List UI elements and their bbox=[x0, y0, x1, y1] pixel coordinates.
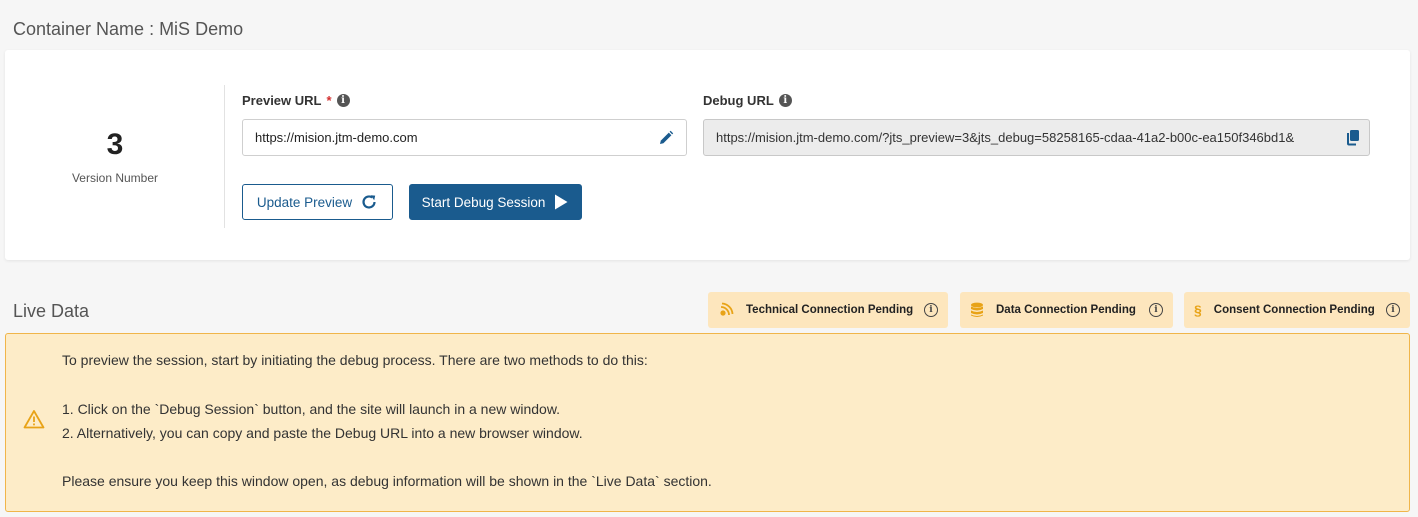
technical-connection-label: Technical Connection Pending bbox=[746, 304, 914, 316]
version-block: 3 Version Number bbox=[5, 85, 225, 228]
start-debug-label: Start Debug Session bbox=[421, 194, 546, 210]
info-icon[interactable]: i bbox=[336, 94, 350, 107]
notice-line-method-2: 2. Alternatively, you can copy and paste… bbox=[62, 425, 583, 441]
preview-url-label: Preview URL * i bbox=[242, 93, 350, 108]
consent-connection-badge: § Consent Connection Pending i bbox=[1184, 292, 1410, 328]
notice-line-intro: To preview the session, start by initiat… bbox=[62, 352, 648, 368]
notice-line-keep-open: Please ensure you keep this window open,… bbox=[62, 473, 712, 489]
data-connection-label: Data Connection Pending bbox=[996, 304, 1136, 316]
refresh-icon bbox=[360, 193, 378, 211]
edit-pencil-icon[interactable] bbox=[658, 130, 674, 146]
preview-url-value[interactable]: https://mision.jtm-demo.com bbox=[255, 130, 658, 145]
play-icon bbox=[553, 193, 569, 211]
debug-url-value[interactable]: https://mision.jtm-demo.com/?jts_preview… bbox=[716, 130, 1341, 145]
debug-url-input[interactable]: https://mision.jtm-demo.com/?jts_preview… bbox=[703, 119, 1370, 156]
update-preview-button[interactable]: Update Preview bbox=[242, 184, 393, 220]
info-icon[interactable]: i bbox=[778, 94, 792, 107]
debug-url-label: Debug URL i bbox=[703, 93, 792, 108]
debug-instructions-notice: To preview the session, start by initiat… bbox=[5, 333, 1410, 512]
update-preview-label: Update Preview bbox=[256, 194, 353, 210]
technical-connection-badge: Technical Connection Pending i bbox=[708, 292, 948, 328]
preview-card: 3 Version Number Preview URL * i https:/… bbox=[5, 50, 1410, 260]
info-icon[interactable]: i bbox=[1386, 303, 1400, 317]
data-connection-badge: Data Connection Pending i bbox=[960, 292, 1173, 328]
warning-icon bbox=[23, 409, 45, 434]
signal-icon bbox=[718, 302, 734, 318]
notice-line-method-1: 1. Click on the `Debug Session` button, … bbox=[62, 401, 561, 417]
required-mark: * bbox=[326, 93, 332, 108]
preview-url-label-text: Preview URL bbox=[242, 93, 322, 108]
debug-url-label-text: Debug URL bbox=[703, 93, 774, 108]
info-icon[interactable]: i bbox=[1149, 303, 1163, 317]
section-icon: § bbox=[1194, 302, 1202, 318]
info-icon[interactable]: i bbox=[924, 303, 938, 317]
database-icon bbox=[970, 302, 984, 318]
version-number: 3 bbox=[106, 128, 124, 161]
live-data-title: Live Data bbox=[13, 301, 90, 321]
start-debug-session-button[interactable]: Start Debug Session bbox=[409, 184, 582, 220]
consent-connection-label: Consent Connection Pending bbox=[1213, 304, 1375, 316]
copy-icon[interactable] bbox=[1345, 129, 1361, 146]
container-title: Container Name : MiS Demo bbox=[13, 19, 244, 39]
preview-url-input[interactable]: https://mision.jtm-demo.com bbox=[242, 119, 687, 156]
version-label: Version Number bbox=[71, 171, 159, 185]
